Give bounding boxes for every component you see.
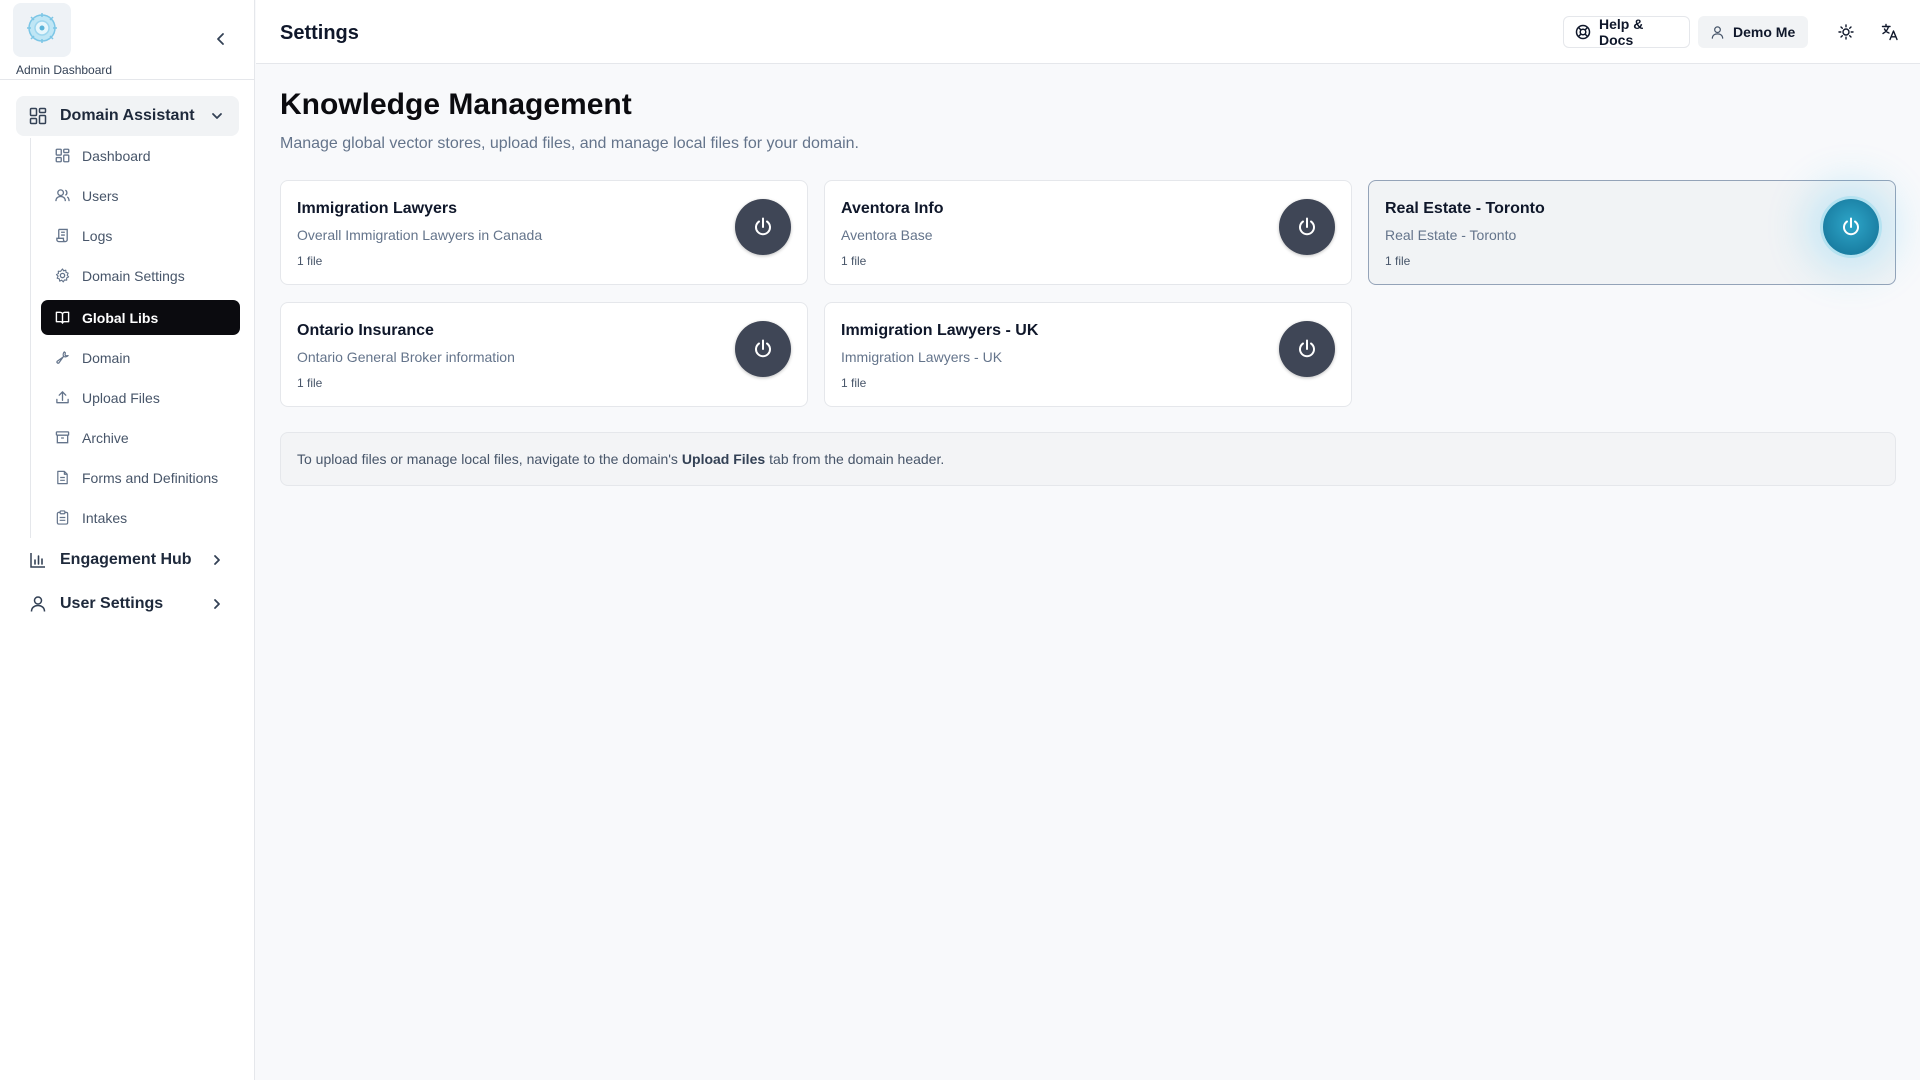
sidebar-item-label: Forms and Definitions [82, 469, 219, 486]
dashboard-grid-icon [28, 106, 48, 126]
sidebar-group-label: Engagement Hub [60, 551, 192, 568]
card-title: Ontario Insurance [297, 322, 434, 339]
card-description: Ontario General Broker information [297, 349, 515, 365]
note-emphasis: Upload Files [681, 451, 766, 467]
user-icon [1709, 24, 1725, 40]
bar-chart-icon [28, 550, 48, 570]
archive-icon [54, 430, 70, 446]
sidebar-item-label: Domain Settings [82, 267, 185, 284]
sidebar-item-label: Upload Files [82, 389, 160, 406]
sidebar-item-domain[interactable]: Domain [41, 340, 240, 375]
sidebar-item-upload-files[interactable]: Upload Files [41, 380, 240, 415]
sidebar-item-intakes[interactable]: Intakes [41, 500, 240, 535]
sidebar-item-label: Logs [82, 227, 113, 244]
card-file-count: 1 file [297, 376, 323, 390]
sidebar-item-label: Dashboard [82, 147, 151, 164]
chevron-right-icon [209, 596, 225, 612]
card-title: Real Estate - Toronto [1385, 200, 1545, 217]
sidebar-item-global-libs[interactable]: Global Libs [41, 300, 240, 335]
user-icon [28, 594, 48, 614]
power-icon [755, 217, 771, 236]
sidebar-item-users[interactable]: Users [41, 178, 240, 213]
card-description: Overall Immigration Lawyers in Canada [297, 227, 543, 243]
help-docs-button[interactable]: Help & Docs [1563, 16, 1690, 48]
sidebar-item-label: Users [82, 187, 119, 204]
help-docs-label: Help & Docs [1599, 16, 1644, 48]
power-toggle-button[interactable] [735, 199, 791, 255]
wrench-icon [54, 350, 70, 366]
library-card[interactable]: Aventora Info Aventora Base 1 file [824, 180, 1352, 285]
clipboard-icon [54, 510, 70, 526]
theme-toggle-button[interactable] [1832, 18, 1860, 46]
card-file-count: 1 file [841, 376, 867, 390]
domain-assistant-subnav: Dashboard Users Logs Domain Settings Glo… [30, 138, 240, 538]
power-toggle-button[interactable] [1279, 199, 1335, 255]
lifebuoy-icon [1575, 24, 1591, 40]
sun-icon [1838, 24, 1854, 40]
upload-icon [54, 390, 70, 406]
dashboard-grid-icon [54, 148, 70, 164]
card-description: Aventora Base [841, 227, 933, 243]
chevron-left-icon [217, 33, 224, 45]
sidebar-item-archive[interactable]: Archive [41, 420, 240, 455]
gear-icon [54, 268, 70, 284]
power-toggle-button[interactable] [1279, 321, 1335, 377]
users-icon [54, 188, 70, 204]
chevron-down-icon [209, 108, 225, 124]
card-file-count: 1 file [841, 254, 867, 268]
sidebar-group-label: User Settings [60, 595, 164, 612]
user-menu-label: Demo Me [1733, 24, 1796, 40]
sidebar-item-forms-and-definitions[interactable]: Forms and Definitions [41, 460, 240, 495]
power-toggle-button[interactable] [1823, 199, 1879, 255]
card-title: Aventora Info [841, 200, 944, 217]
sidebar-item-label: Archive [82, 429, 129, 446]
page-title: Settings [280, 22, 359, 44]
power-icon [755, 339, 771, 358]
collapse-sidebar-button[interactable] [210, 28, 232, 50]
card-title: Immigration Lawyers [297, 200, 458, 217]
sidebar-item-label: Global Libs [82, 309, 159, 326]
chevron-right-icon [209, 552, 225, 568]
brand: Admin Dashboard [0, 0, 254, 80]
translate-icon [1881, 23, 1898, 41]
sidebar-group-engagement-hub[interactable]: Engagement Hub [16, 540, 239, 580]
page-subtitle: Manage global vector stores, upload file… [280, 135, 859, 152]
library-card[interactable]: Immigration Lawyers - UK Immigration Law… [824, 302, 1352, 407]
sidebar-item-label: Intakes [82, 509, 128, 526]
sidebar-group-domain-assistant[interactable]: Domain Assistant [16, 96, 239, 136]
sidebar-item-label: Domain [82, 349, 131, 366]
brand-label: Admin Dashboard [16, 63, 113, 77]
top-header: Settings Help & Docs Demo Me [256, 0, 1920, 64]
sidebar: Admin Dashboard Domain Assistant Dashboa… [0, 0, 255, 1080]
user-menu-button[interactable]: Demo Me [1698, 16, 1808, 48]
sidebar-item-dashboard[interactable]: Dashboard [41, 138, 240, 173]
power-icon [1843, 217, 1859, 236]
sidebar-item-logs[interactable]: Logs [41, 218, 240, 253]
library-card[interactable]: Real Estate - Toronto Real Estate - Toro… [1368, 180, 1896, 285]
note-text-before: To upload files or manage local files, n… [297, 451, 678, 467]
language-button[interactable] [1876, 18, 1904, 46]
card-description: Immigration Lawyers - UK [841, 349, 1003, 365]
sidebar-group-user-settings[interactable]: User Settings [16, 584, 239, 624]
file-text-icon [54, 470, 70, 486]
page-heading: Knowledge Management [280, 88, 632, 121]
power-icon [1299, 339, 1315, 358]
card-file-count: 1 file [297, 254, 323, 268]
note-text-after: tab from the domain header. [769, 451, 945, 467]
power-icon [1299, 217, 1315, 236]
app-logo[interactable] [13, 3, 71, 57]
scroll-icon [54, 228, 70, 244]
sidebar-group-label: Domain Assistant [60, 107, 195, 124]
card-file-count: 1 file [1385, 254, 1411, 268]
upload-info-note: To upload files or manage local files, n… [280, 432, 1896, 486]
card-description: Real Estate - Toronto [1385, 227, 1517, 243]
power-toggle-button[interactable] [735, 321, 791, 377]
card-title: Immigration Lawyers - UK [841, 322, 1039, 339]
library-card[interactable]: Immigration Lawyers Overall Immigration … [280, 180, 808, 285]
library-card[interactable]: Ontario Insurance Ontario General Broker… [280, 302, 808, 407]
book-open-icon [54, 310, 70, 326]
sidebar-item-domain-settings[interactable]: Domain Settings [41, 258, 240, 293]
